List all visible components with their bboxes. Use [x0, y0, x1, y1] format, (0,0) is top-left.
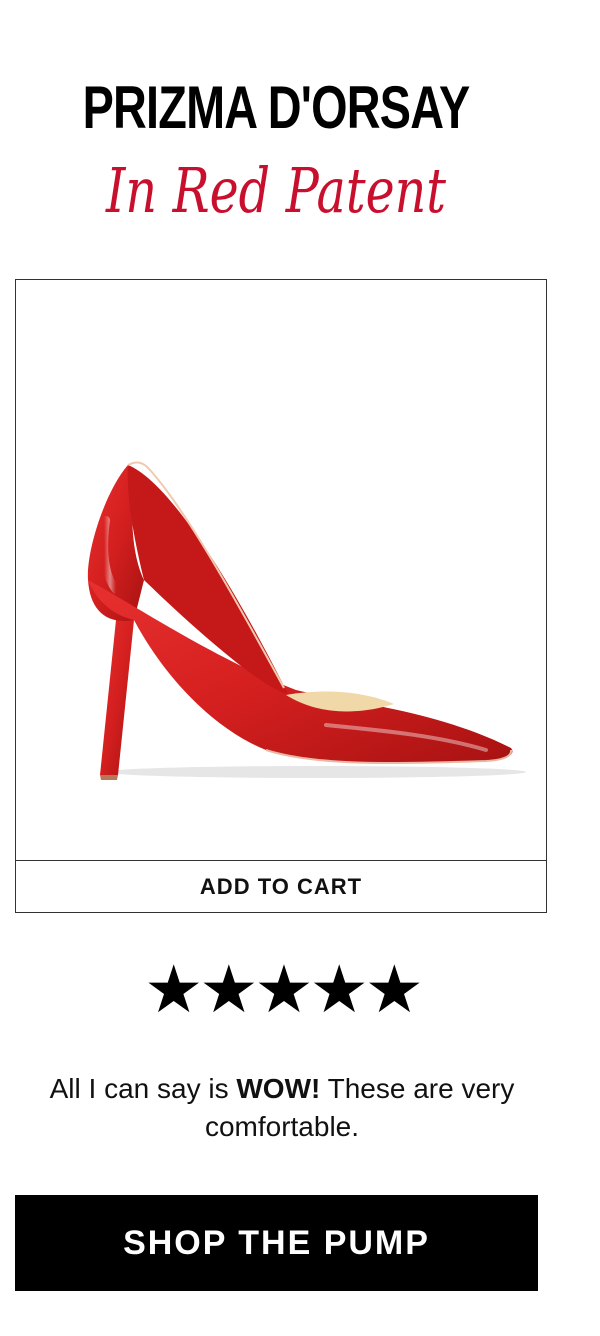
review-text: All I can say is WOW! These are very com…	[40, 1070, 524, 1146]
star-rating: ★★★★★	[144, 951, 424, 1028]
product-image[interactable]	[16, 280, 546, 860]
review-text-emphasis: WOW!	[236, 1073, 321, 1104]
shoe-image	[87, 461, 526, 780]
review-text-start: All I can say is	[49, 1073, 237, 1104]
add-to-cart-button[interactable]: ADD TO CART	[16, 860, 546, 912]
script-subtitle-text: In Red Patent	[105, 154, 446, 227]
product-card: ADD TO CART	[15, 279, 547, 913]
script-subtitle: In Red Patent	[96, 140, 456, 250]
script-subtitle-graphic: In Red Patent	[105, 154, 446, 227]
shop-the-pump-button[interactable]: SHOP THE PUMP	[15, 1195, 538, 1291]
product-title: PRIZMA D'ORSAY	[82, 74, 471, 141]
